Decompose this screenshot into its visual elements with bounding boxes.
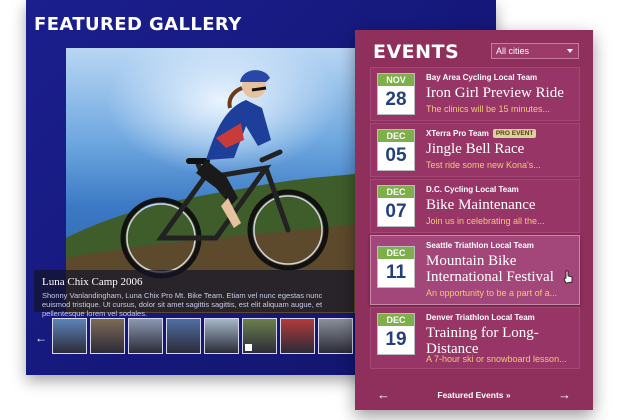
date-badge: NOV 28 — [377, 73, 415, 115]
event-title[interactable]: Iron Girl Preview Ride — [426, 85, 576, 101]
city-filter-value: All cities — [496, 46, 530, 56]
photo-caption: Luna Chix Camp 2006 Shonny Vanlandingham… — [34, 270, 354, 318]
events-title: EVENTS — [373, 41, 460, 63]
caption-text: Shonny Vanlandingham, Luna Chix Pro Mt. … — [42, 291, 323, 318]
event-organizer-name: XTerra Pro Team — [426, 129, 489, 138]
thumbnail-strip: ← — [34, 318, 354, 360]
event-description: An opportunity to be a part of a... — [426, 288, 558, 298]
pro-event-badge: PRO EVENT — [492, 129, 537, 138]
event-item-highlighted[interactable]: DEC 11 Seattle Triathlon Local Team Moun… — [370, 235, 580, 305]
events-footer: ← Featured Events » → — [355, 380, 593, 410]
event-day: 28 — [385, 89, 407, 110]
event-organizer: D.C. Cycling Local Team — [426, 185, 519, 194]
thumbnail-5[interactable] — [204, 318, 239, 354]
event-title[interactable]: Training for Long-Distance — [426, 325, 576, 357]
caption-title: Luna Chix Camp 2006 — [42, 276, 143, 288]
event-day: 05 — [385, 145, 407, 166]
thumbnail-2[interactable] — [90, 318, 125, 354]
event-description: The clinics will be 15 minutes... — [426, 104, 551, 114]
event-month: NOV — [378, 74, 414, 86]
screenshot-root: FEATURED GALLERY Luna Chix Camp 2006 Sho… — [0, 0, 617, 420]
event-organizer: Bay Area Cycling Local Team — [426, 73, 538, 82]
event-month: DEC — [378, 314, 414, 326]
video-icon — [245, 344, 252, 351]
event-item[interactable]: DEC 19 Denver Triathlon Local Team Train… — [370, 307, 580, 369]
event-organizer: Denver Triathlon Local Team — [426, 313, 535, 322]
events-panel: EVENTS All cities NOV 28 Bay Area Cyclin… — [355, 30, 593, 410]
thumbnail-7[interactable] — [280, 318, 315, 354]
thumbnail-1[interactable] — [52, 318, 87, 354]
arrow-left-icon[interactable]: ← — [34, 328, 48, 348]
city-filter-select[interactable]: All cities — [491, 43, 579, 59]
thumbnail-3[interactable] — [128, 318, 163, 354]
event-item[interactable]: NOV 28 Bay Area Cycling Local Team Iron … — [370, 67, 580, 121]
event-month: DEC — [378, 247, 414, 259]
gallery-title: FEATURED GALLERY — [34, 14, 242, 35]
event-organizer: Seattle Triathlon Local Team — [426, 241, 534, 250]
event-day: 07 — [385, 201, 407, 222]
date-badge: DEC 05 — [377, 129, 415, 171]
event-description: Join us in celebrating all the... — [426, 216, 545, 226]
thumbnail-4[interactable] — [166, 318, 201, 354]
event-day: 11 — [385, 262, 407, 283]
arrow-right-icon[interactable]: → — [558, 388, 571, 402]
thumbnail-list — [52, 318, 354, 360]
event-month: DEC — [378, 130, 414, 142]
date-badge: DEC 19 — [377, 313, 415, 355]
event-item[interactable]: DEC 07 D.C. Cycling Local Team Bike Main… — [370, 179, 580, 233]
hand-cursor-icon — [563, 270, 573, 284]
thumbnail-6[interactable] — [242, 318, 277, 354]
chevron-down-icon — [567, 49, 573, 53]
event-description: Test ride some new Kona's... — [426, 160, 541, 170]
date-badge: DEC 11 — [377, 246, 415, 288]
event-day: 19 — [385, 329, 407, 350]
thumbnail-8[interactable] — [318, 318, 353, 354]
event-description: A 7-hour ski or snowboard lesson... — [426, 354, 567, 364]
event-item[interactable]: DEC 05 XTerra Pro Team PRO EVENT Jingle B… — [370, 123, 580, 177]
event-title[interactable]: Jingle Bell Race — [426, 141, 576, 157]
event-title[interactable]: Bike Maintenance — [426, 197, 576, 213]
event-month: DEC — [378, 186, 414, 198]
date-badge: DEC 07 — [377, 185, 415, 227]
event-title[interactable]: Mountain Bike International Festival — [426, 253, 576, 285]
event-organizer: XTerra Pro Team PRO EVENT — [426, 129, 537, 138]
